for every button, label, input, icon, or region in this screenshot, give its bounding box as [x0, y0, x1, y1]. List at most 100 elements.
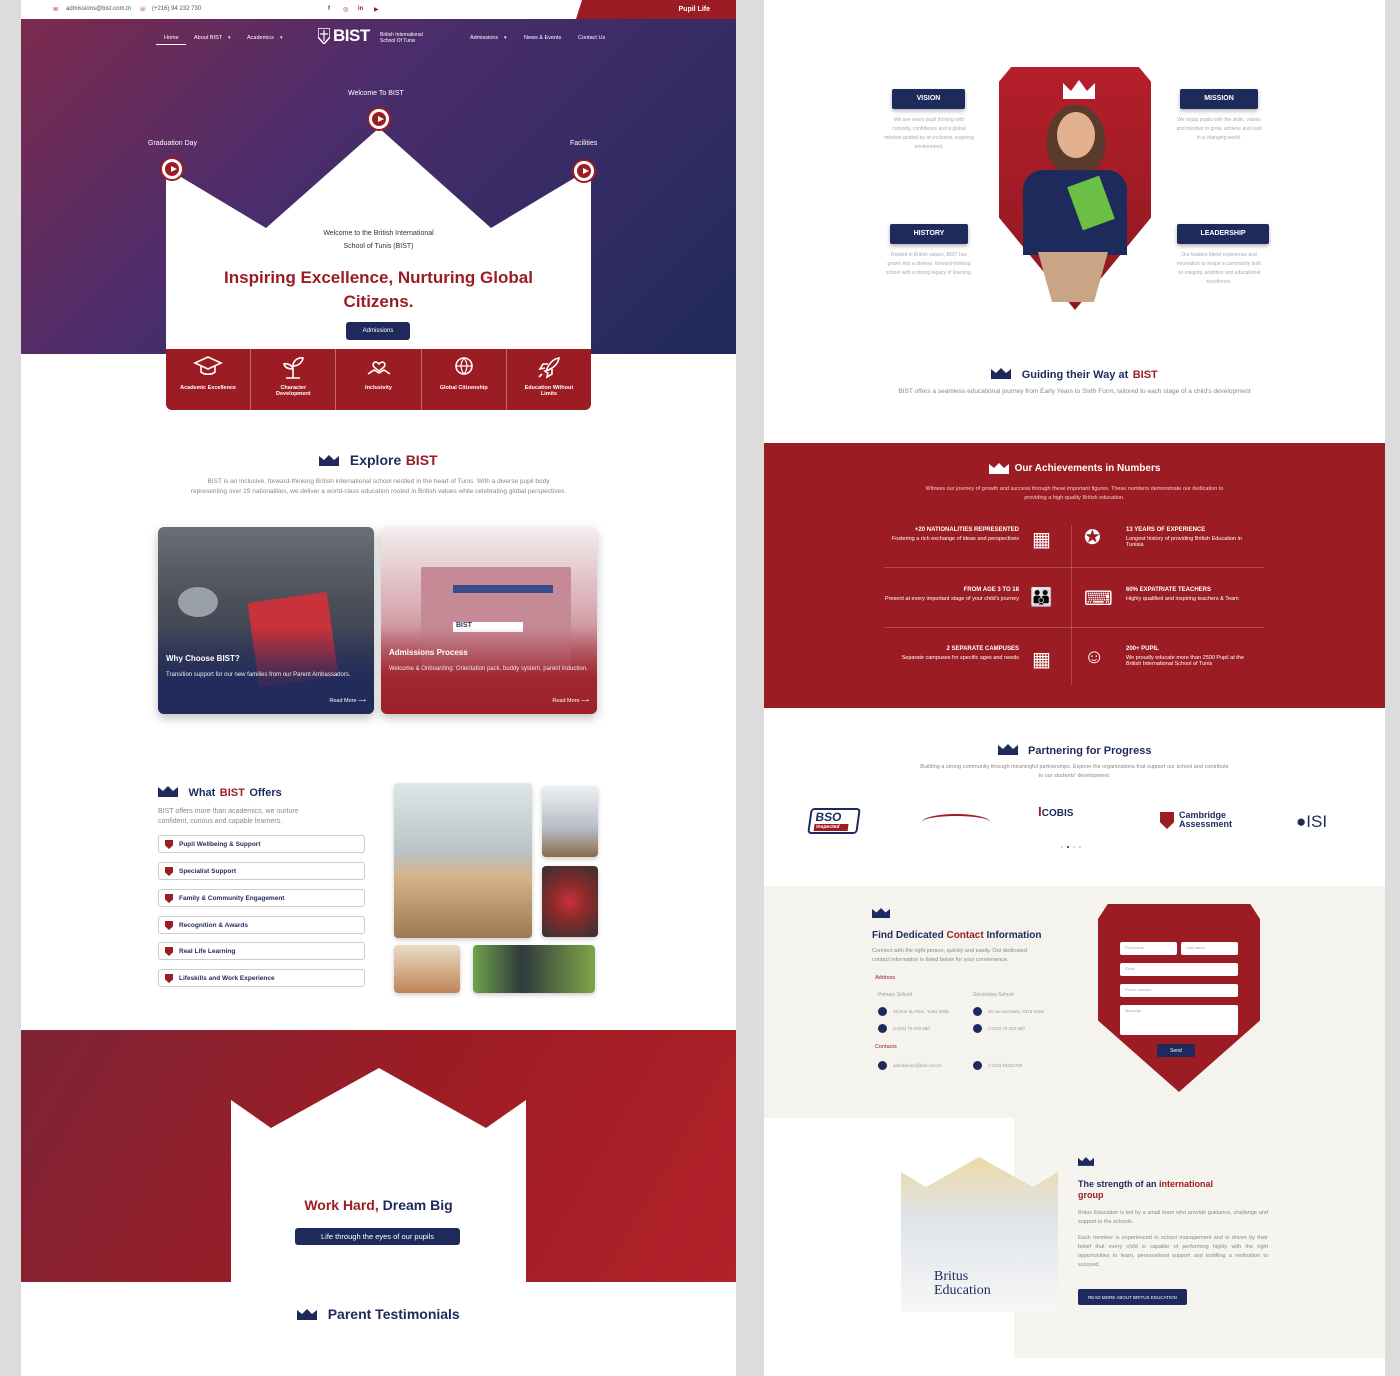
campus-icon: ▦ [1032, 649, 1051, 671]
nav-home[interactable]: Home [164, 35, 179, 41]
phone-icon: ☏ [139, 7, 147, 13]
nav-admissions[interactable]: Admissions [470, 35, 498, 41]
vision-text: We see every pupil thriving with curiosi… [884, 117, 974, 150]
admissions-button[interactable]: Admissions [346, 322, 410, 340]
read-more-link[interactable]: Read More ⟶ [552, 698, 589, 704]
cambridge-crest-icon [1160, 812, 1174, 829]
crown-icon [991, 368, 1012, 380]
hero-headline: Inspiring Excellence, Nurturing Global Ci… [224, 268, 533, 311]
top-bar: ✉ admissions@bist.com.tn ☏ (+216) 94 232… [21, 0, 736, 19]
instagram-icon[interactable]: ◎ [343, 6, 348, 13]
play-button-welcome[interactable] [369, 109, 389, 129]
card-title: Why Choose BIST? [166, 654, 240, 663]
admissions-process-card[interactable]: BIST Admissions Process Welcome & Onboar… [381, 527, 597, 714]
vision-badge[interactable]: VISION [892, 89, 965, 109]
chevron-down-icon: ▾ [280, 35, 283, 41]
award-icon: ✪ [1084, 527, 1101, 549]
last-name-field[interactable]: Last name [1181, 942, 1238, 955]
offer-item[interactable]: Family & Community Engagement [158, 889, 365, 907]
primary-phone[interactable]: (+216) 70 240 680 [893, 1026, 930, 1031]
nav-about[interactable]: About BIST [194, 35, 222, 41]
feature-academic[interactable]: Academic Excellence [166, 349, 252, 410]
video-label-facilities: Facilities [570, 140, 598, 147]
nav-contact[interactable]: Contact Us [578, 35, 605, 41]
bso-logo[interactable]: BSO Inspected [807, 808, 861, 834]
phone-field[interactable]: Phone number [1120, 984, 1238, 997]
pupil-eyes-button[interactable]: Life through the eyes of our pupils [295, 1228, 460, 1245]
student-skirt [1038, 252, 1108, 302]
crown-icon [1063, 80, 1095, 99]
partners-heading: Partnering for Progress [764, 741, 1385, 759]
leadership-text: Our leaders blend experience and innovat… [1177, 252, 1261, 285]
crown-icon [297, 1309, 318, 1321]
britus-read-more-button[interactable]: READ MORE ABOUT BRITUS EDUCATION [1078, 1289, 1187, 1305]
feature-global[interactable]: Global Citizenship [422, 349, 507, 410]
nav-news[interactable]: News & Events [524, 35, 561, 41]
linkedin-icon[interactable]: in [358, 6, 363, 12]
pupil-life-button[interactable]: Pupil Life [576, 0, 736, 19]
logo-text: BIST [333, 26, 370, 45]
primary-address: 48 Rue du Parc, Tunis 2035 [893, 1009, 949, 1014]
offer-item[interactable]: Lifeskills and Work Experience [158, 969, 365, 987]
history-badge[interactable]: HISTORY [890, 224, 968, 244]
nav-active-underline [156, 44, 186, 45]
crest-icon [318, 28, 330, 44]
phone-icon [878, 1024, 887, 1033]
contact-mobile[interactable]: (+216) 94232730 [988, 1063, 1022, 1068]
facebook-icon[interactable]: f [328, 6, 330, 12]
achievement-experience: 13 YEARS OF EXPERIENCE Longest history of… [1126, 527, 1242, 548]
send-button[interactable]: Send [1157, 1044, 1195, 1057]
play-button-graduation[interactable] [162, 159, 182, 179]
partners-description: Building a strong community through mean… [920, 764, 1229, 779]
cambridge-logo[interactable]: Cambridge Assessment [1179, 811, 1232, 829]
offer-item[interactable]: Real Life Learning [158, 942, 365, 960]
crown-icon [997, 744, 1018, 756]
hero-welcome-text: Welcome to the British International Scho… [323, 230, 434, 250]
crown-icon [1078, 1157, 1094, 1166]
hands-heart-icon [367, 361, 390, 375]
address-label: Address [875, 975, 896, 981]
why-choose-card[interactable]: Why Choose BIST? Transition support for … [158, 527, 374, 714]
email-field[interactable]: Email [1120, 963, 1238, 976]
achievement-teachers: 60% EXPATRIATE TEACHERS Highly qualified … [1126, 587, 1239, 602]
offer-item[interactable]: Recognition & Awards [158, 916, 365, 934]
first-name-field[interactable]: First name [1120, 942, 1177, 955]
feature-inclusivity[interactable]: Inclusivity [336, 349, 422, 410]
library-photo [542, 786, 598, 857]
homepage-right-panel: VISION We see every pupil thriving with … [764, 0, 1385, 1376]
read-more-link[interactable]: Read More ⟶ [329, 698, 366, 704]
topbar-email[interactable]: admissions@bist.com.tn [66, 6, 131, 12]
banner-title: Work Hard, Dream Big [304, 1197, 453, 1213]
feature-character[interactable]: Character Development [251, 349, 337, 410]
cobis-logo[interactable]: ꟾCOBIS [1038, 808, 1073, 819]
phone-icon [973, 1061, 982, 1070]
mail-icon [878, 1061, 887, 1070]
contact-email[interactable]: admissions@bist.com.tn [893, 1063, 942, 1068]
leadership-badge[interactable]: LEADERSHIP [1177, 224, 1269, 244]
contacts-label: Contacts [875, 1044, 897, 1050]
crown-icon [319, 455, 340, 467]
mission-badge[interactable]: MISSION [1180, 89, 1258, 109]
feature-education[interactable]: Education Without Limits [507, 349, 591, 410]
explore-description: BIST is an inclusive, forward-thinking B… [190, 478, 567, 495]
logo-subtitle: British International School Of Tunis [380, 32, 423, 44]
teacher-icon: ⌨ [1084, 588, 1113, 610]
card-description: Welcome & Onboarding: Orientation pack, … [389, 666, 588, 672]
testimonials-heading: Parent Testimonials [21, 1306, 736, 1324]
youtube-icon[interactable]: ▶ [374, 6, 379, 13]
offer-item[interactable]: Specialist Support [158, 862, 365, 880]
topbar-phone[interactable]: (+216) 94 232 730 [152, 6, 201, 12]
play-button-facilities[interactable] [574, 161, 594, 181]
secondary-phone[interactable]: (+216) 70 240 680 [988, 1026, 1025, 1031]
britus-paragraph-1: Britus Education is led by a small team … [1078, 1210, 1268, 1225]
offers-heading: What BIST Offers [158, 783, 282, 801]
nav-academics[interactable]: Academics [247, 35, 274, 41]
offer-item[interactable]: Pupil Wellbeing & Support [158, 835, 365, 853]
message-field[interactable]: Message [1120, 1005, 1238, 1035]
contact-section [764, 886, 1385, 1118]
isi-logo[interactable]: ●ISI [1296, 812, 1327, 832]
sprout-icon [283, 357, 305, 379]
carousel-dots[interactable] [1061, 846, 1091, 849]
council-international-logo[interactable] [922, 814, 990, 830]
crown-icon [988, 463, 1009, 474]
